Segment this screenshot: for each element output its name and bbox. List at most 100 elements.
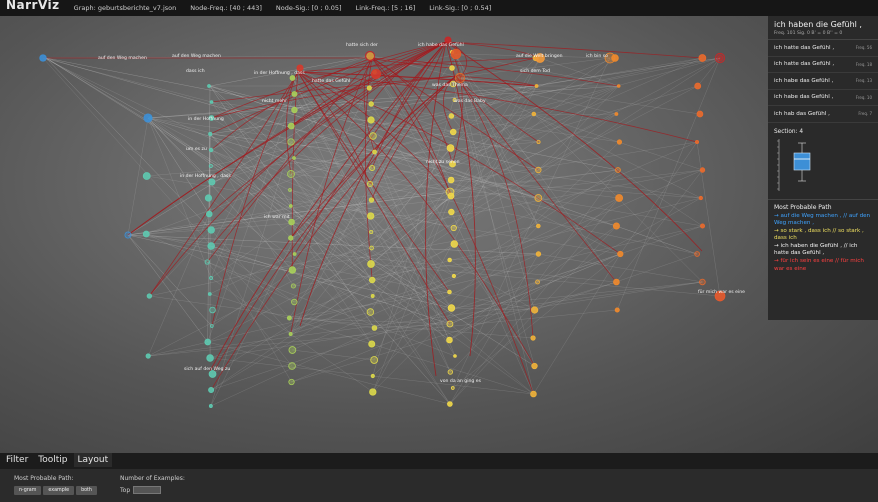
graph-node[interactable] bbox=[536, 139, 541, 145]
node-label[interactable]: ich habe das Gefühl bbox=[418, 42, 464, 48]
tab-tooltip[interactable]: Tooltip bbox=[34, 453, 71, 467]
graph-node[interactable] bbox=[207, 292, 212, 296]
graph-node[interactable] bbox=[288, 204, 293, 208]
graph-node[interactable] bbox=[288, 346, 297, 354]
graph-node[interactable] bbox=[530, 390, 537, 398]
graph-node[interactable] bbox=[613, 278, 620, 286]
graph-node[interactable] bbox=[291, 298, 298, 306]
node-label[interactable]: dass ich bbox=[186, 68, 205, 74]
node-label[interactable]: nicht zu sehen bbox=[426, 159, 460, 165]
graph-node[interactable] bbox=[207, 242, 215, 250]
graph-node[interactable] bbox=[616, 139, 623, 145]
graph-node[interactable] bbox=[288, 378, 295, 386]
graph-node[interactable] bbox=[370, 294, 375, 298]
graph-node[interactable] bbox=[450, 48, 462, 60]
graph-node[interactable] bbox=[367, 116, 375, 124]
graph-node[interactable] bbox=[366, 85, 372, 91]
graph-node[interactable] bbox=[291, 106, 298, 114]
graph-node[interactable] bbox=[366, 308, 375, 316]
graph-node[interactable] bbox=[694, 82, 702, 90]
graph-node[interactable] bbox=[368, 340, 376, 348]
graph-node[interactable] bbox=[208, 178, 216, 186]
example-row[interactable]: ich habe das Gefühl , Freq. 10 bbox=[768, 90, 878, 106]
graph-node[interactable] bbox=[371, 325, 378, 331]
graph-node[interactable] bbox=[287, 138, 295, 146]
graph-node[interactable] bbox=[366, 180, 374, 188]
graph-node[interactable] bbox=[536, 223, 541, 229]
graph-node[interactable] bbox=[615, 194, 624, 202]
graph-node[interactable] bbox=[207, 84, 211, 88]
graph-node[interactable] bbox=[614, 307, 620, 313]
graph-node[interactable] bbox=[372, 149, 377, 155]
graph-node[interactable] bbox=[367, 212, 375, 220]
graph-node[interactable] bbox=[534, 84, 539, 88]
node-label[interactable]: hatte das Gefühl bbox=[312, 78, 350, 84]
graph-node[interactable] bbox=[204, 194, 213, 202]
example-row[interactable]: ich hatte das Gefühl , Freq. 18 bbox=[768, 57, 878, 73]
graph-node[interactable] bbox=[700, 223, 706, 229]
graph-node[interactable] bbox=[616, 84, 621, 88]
graph-node[interactable] bbox=[210, 324, 214, 328]
graph-node[interactable] bbox=[696, 110, 704, 118]
node-label[interactable]: auf den Weg machen bbox=[172, 53, 221, 59]
graph-node[interactable] bbox=[367, 260, 375, 268]
graph-node[interactable] bbox=[695, 139, 700, 145]
graph-node[interactable] bbox=[287, 170, 295, 178]
node-label[interactable]: in der Hoffnung , dass bbox=[180, 173, 231, 179]
node-label[interactable]: was das Thema bbox=[432, 82, 468, 88]
node-label[interactable]: von da an ging es bbox=[440, 378, 482, 384]
graph-node[interactable] bbox=[535, 251, 542, 257]
graph-node[interactable] bbox=[535, 279, 540, 285]
node-label[interactable]: um es zu bbox=[186, 147, 207, 152]
node-label[interactable]: auf den Weg machen bbox=[98, 55, 147, 61]
node-label[interactable]: in der Hoffnung , dass bbox=[254, 70, 305, 76]
graph-node[interactable] bbox=[208, 131, 213, 137]
graph-node[interactable] bbox=[206, 354, 214, 362]
graph-node[interactable] bbox=[448, 113, 455, 119]
graph-node[interactable] bbox=[714, 52, 726, 64]
graph-node[interactable] bbox=[450, 386, 455, 390]
node-label[interactable]: sich auf den Weg zu bbox=[184, 366, 230, 372]
graph-node[interactable] bbox=[370, 356, 379, 364]
graph-node[interactable] bbox=[445, 187, 455, 197]
example-row[interactable]: ich hab das Gefühl , Freq. 7 bbox=[768, 106, 878, 123]
graph-node[interactable] bbox=[531, 111, 537, 117]
graph-node[interactable] bbox=[449, 128, 457, 136]
graph-node[interactable] bbox=[698, 195, 703, 201]
mpp-both-button[interactable]: both bbox=[76, 486, 97, 495]
graph-node[interactable] bbox=[146, 293, 153, 299]
graph-node[interactable] bbox=[208, 404, 213, 408]
graph-node[interactable] bbox=[204, 338, 212, 346]
node-label[interactable]: was das Baby bbox=[454, 98, 486, 104]
graph-node[interactable] bbox=[288, 235, 294, 241]
tab-filter[interactable]: Filter bbox=[2, 453, 32, 467]
graph-node[interactable] bbox=[370, 68, 382, 80]
graph-node[interactable] bbox=[288, 266, 297, 274]
graph-node[interactable] bbox=[288, 362, 296, 370]
graph-node[interactable] bbox=[205, 210, 213, 218]
node-label[interactable]: auf die Welt bringen bbox=[516, 53, 563, 59]
graph-node[interactable] bbox=[364, 50, 376, 62]
graph-node[interactable] bbox=[288, 332, 293, 336]
graph-node[interactable] bbox=[208, 147, 214, 153]
graph-node[interactable] bbox=[143, 113, 153, 123]
graph-node[interactable] bbox=[209, 100, 214, 104]
graph-node[interactable] bbox=[39, 54, 47, 62]
graph-node[interactable] bbox=[699, 167, 706, 173]
graph-node[interactable] bbox=[612, 222, 620, 230]
graph-node[interactable] bbox=[530, 335, 536, 341]
node-label[interactable]: für mich war es eine bbox=[698, 289, 745, 295]
graph-node[interactable] bbox=[614, 112, 619, 116]
top-count-input[interactable] bbox=[133, 486, 162, 494]
graph-node[interactable] bbox=[531, 306, 539, 314]
tab-layout[interactable]: Layout bbox=[73, 453, 113, 467]
example-row[interactable]: ich hatte das Gefühl , Freq. 56 bbox=[768, 40, 878, 57]
graph-node[interactable] bbox=[145, 353, 151, 359]
graph-node[interactable] bbox=[209, 276, 214, 280]
example-row[interactable]: ich habe das Gefühl , Freq. 13 bbox=[768, 73, 878, 90]
graph-node[interactable] bbox=[208, 386, 215, 394]
graph-node[interactable] bbox=[208, 163, 213, 169]
node-label[interactable]: ich war mit bbox=[264, 214, 290, 220]
graph-node[interactable] bbox=[450, 224, 457, 232]
graph-node[interactable] bbox=[369, 245, 374, 251]
